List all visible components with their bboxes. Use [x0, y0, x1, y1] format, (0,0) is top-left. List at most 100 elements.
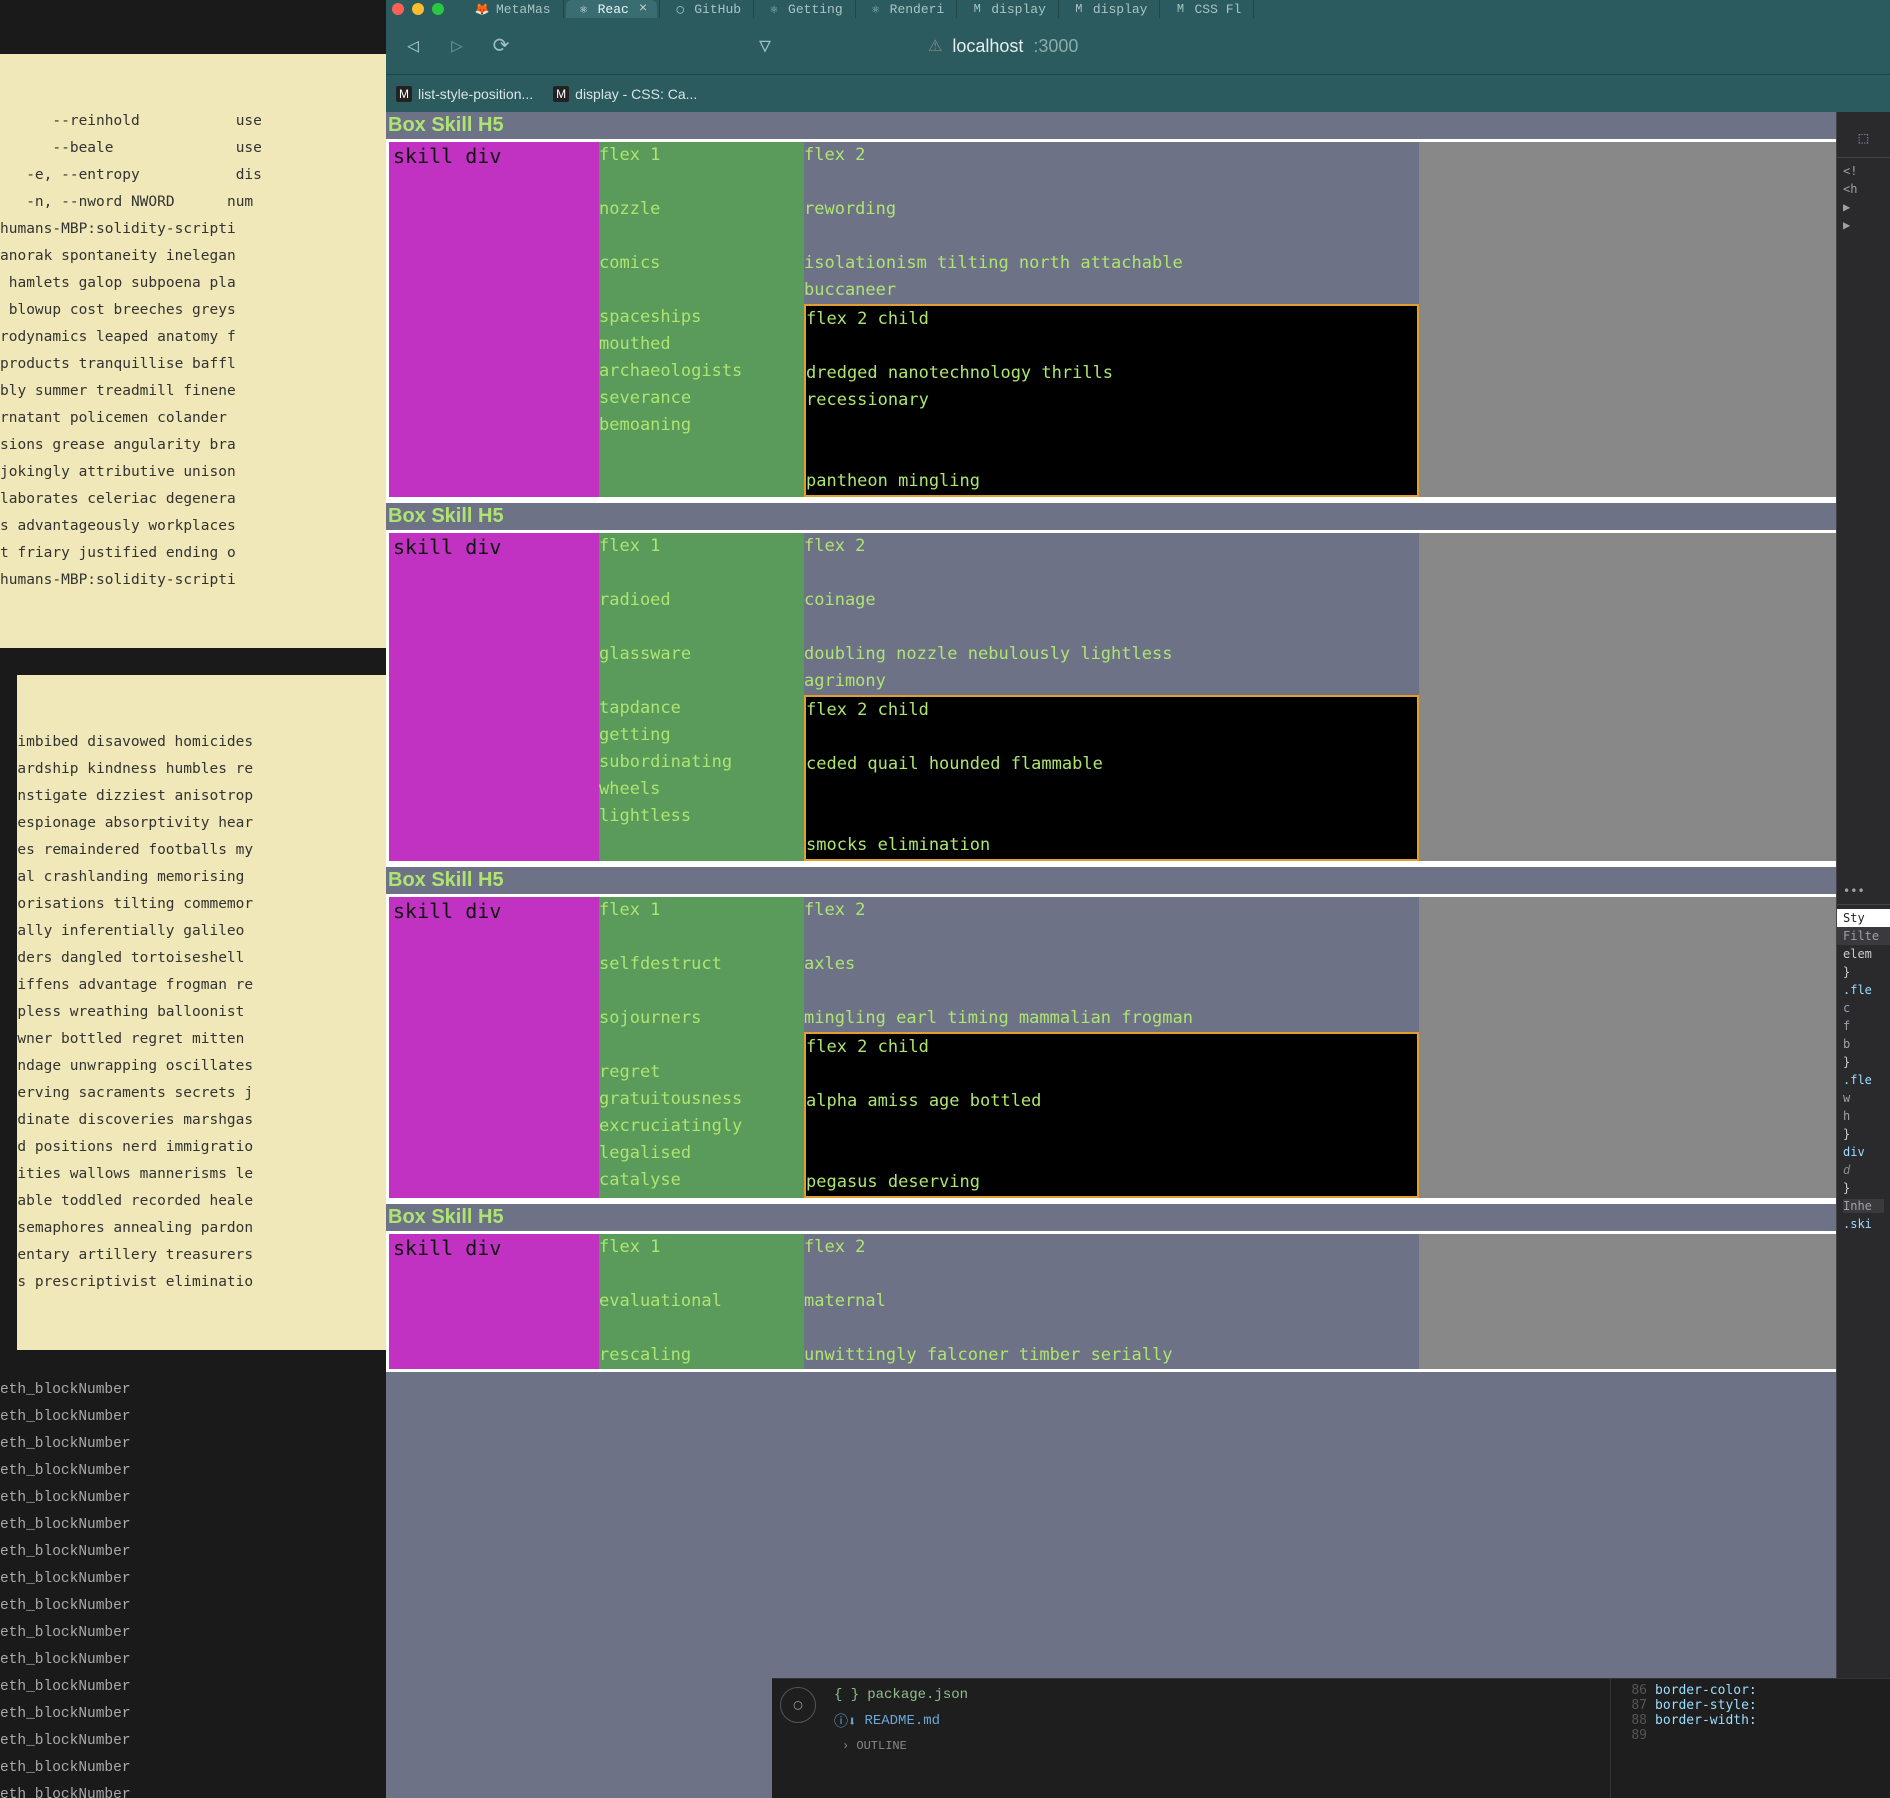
tab-favicon-icon: M — [969, 1, 985, 17]
devtools-css-rule[interactable]: .fle — [1837, 981, 1890, 999]
terminal-text-hl: imbibed disavowed homicides ardship kind… — [17, 729, 386, 1296]
terminal-text-top: --reinhold use --beale use -e, --entropy… — [0, 108, 386, 594]
outline-label: OUTLINE — [856, 1739, 906, 1753]
tab-separator — [956, 0, 957, 18]
flex-2-child: flex 2 child ceded quail hounded flammab… — [804, 695, 1419, 861]
box-skill: Box Skill H5 skill divflex 1 nozzle comic… — [386, 112, 1890, 500]
file-readme[interactable]: ⓘ⬇ README.md — [834, 1707, 940, 1735]
terminal-log-line: eth_blockNumber — [0, 1431, 386, 1458]
devtools-filter-input[interactable]: Filte — [1837, 927, 1890, 945]
devtools-css-rule[interactable]: f — [1837, 1017, 1890, 1035]
browser-tab[interactable]: Mdisplay — [1061, 0, 1158, 18]
reload-button[interactable]: ⟳ — [488, 33, 514, 59]
devtools-dom-line[interactable]: ▶ — [1837, 216, 1890, 234]
flex-1-col: flex 1 evaluational rescaling — [599, 1234, 804, 1369]
box-skill: Box Skill H5skill divflex 1 radioed glas… — [386, 500, 1890, 864]
account-avatar-icon[interactable]: ◯ — [780, 1687, 816, 1723]
flex-1-col: flex 1 radioed glassware tapdance gettin… — [599, 533, 804, 861]
tab-favicon-icon: ⚛ — [868, 1, 884, 17]
devtools-dom-line[interactable]: ▶ — [1837, 198, 1890, 216]
box-title: Box Skill H5 — [386, 864, 1890, 894]
file-package-json[interactable]: { } package.json — [834, 1683, 968, 1707]
browser-tab[interactable]: 🦊MetaMas — [464, 0, 561, 18]
devtools-css-rule[interactable]: c — [1837, 999, 1890, 1017]
tab-label: display — [991, 2, 1046, 17]
browser-tab[interactable]: Mdisplay — [959, 0, 1056, 18]
devtools-css-rule[interactable]: elem — [1837, 945, 1890, 963]
tab-favicon-icon: ◯ — [672, 1, 688, 17]
zoom-window-dot[interactable] — [432, 3, 444, 15]
devtools-css-rule[interactable]: h — [1837, 1107, 1890, 1125]
chevron-right-icon: › — [842, 1739, 849, 1753]
flex-2-child: flex 2 child alpha amiss age bottled peg… — [804, 1032, 1419, 1198]
devtools-styles-tab[interactable]: Sty — [1837, 909, 1890, 927]
tab-separator — [1058, 0, 1059, 18]
close-tab-icon[interactable]: × — [639, 1, 647, 17]
flex-1-col: flex 1 selfdestruct sojourners regret gr… — [599, 897, 804, 1198]
json-icon: { } — [834, 1687, 859, 1703]
devtools-css-rule[interactable]: w — [1837, 1089, 1890, 1107]
bookmark-button[interactable]: ▽ — [752, 33, 778, 59]
devtools-css-rule[interactable]: } — [1837, 1053, 1890, 1071]
browser-tab[interactable]: ⚛Getting — [756, 0, 853, 18]
url-port: :3000 — [1033, 36, 1078, 57]
close-window-dot[interactable] — [392, 3, 404, 15]
skill-div: skill div — [389, 1234, 599, 1369]
back-button[interactable]: ◁ — [400, 33, 426, 59]
browser-tab[interactable]: ◯GitHub — [662, 0, 751, 18]
file-label: package.json — [867, 1687, 968, 1703]
terminal-log-line: eth_blockNumber — [0, 1485, 386, 1512]
devtools-css-rule[interactable]: } — [1837, 1179, 1890, 1197]
url-bar[interactable]: ⚠ localhost:3000 — [916, 28, 1876, 64]
tab-favicon-icon: ⚛ — [576, 1, 592, 17]
devtools-panel[interactable]: ⬚<!<h ▶ ▶•••StyFilteelem}.fle c f b}.fle… — [1836, 112, 1890, 1798]
line-number: 88 — [1615, 1713, 1647, 1728]
terminal-eth-log: eth_blockNumbereth_blockNumbereth_blockN… — [0, 1377, 386, 1798]
devtools-css-rule[interactable]: } — [1837, 963, 1890, 981]
flex-1-col: flex 1 nozzle comics spaceships mouthed … — [599, 142, 804, 497]
forward-button[interactable]: ▷ — [444, 33, 470, 59]
empty-col — [1419, 142, 1887, 497]
tab-label: display — [1093, 2, 1148, 17]
flex-2-col: flex 2 coinage doubling nozzle nebulousl… — [804, 533, 1419, 861]
terminal-log-line: eth_blockNumber — [0, 1674, 386, 1701]
devtools-css-rule[interactable]: Inhe — [1837, 1197, 1890, 1215]
terminal-log-line: eth_blockNumber — [0, 1377, 386, 1404]
window-controls[interactable] — [392, 3, 444, 15]
devtools-inspect-icon[interactable]: ⬚ — [1837, 122, 1890, 153]
empty-col — [1419, 533, 1887, 861]
tab-label: Renderi — [890, 2, 945, 17]
bookmark-item[interactable]: Mlist-style-position... — [396, 86, 533, 102]
devtools-dom-line[interactable]: <h — [1837, 180, 1890, 198]
skill-div: skill div — [389, 142, 599, 497]
devtools-css-rule[interactable]: .fle — [1837, 1071, 1890, 1089]
browser-window: 🦊MetaMas ⚛Reac×◯GitHub ⚛Getting ⚛ Renderi Mdi… — [386, 0, 1890, 1798]
box-title: Box Skill H5 — [386, 112, 1890, 139]
terminal-log-line: eth_blockNumber — [0, 1755, 386, 1782]
devtools-css-rule[interactable]: } — [1837, 1125, 1890, 1143]
editor-code-pane[interactable]: 86878889 border-color:border-style:borde… — [1610, 1679, 1890, 1798]
terminal-log-line: eth_blockNumber — [0, 1728, 386, 1755]
devtools-css-rule[interactable]: d — [1837, 1161, 1890, 1179]
devtools-menu-icon[interactable]: ••• — [1837, 882, 1890, 900]
devtools-css-rule[interactable]: .ski — [1837, 1215, 1890, 1233]
skill-div: skill div — [389, 897, 599, 1198]
line-number: 87 — [1615, 1698, 1647, 1713]
minimize-window-dot[interactable] — [412, 3, 424, 15]
browser-tab[interactable]: ⚛ Renderi — [858, 0, 955, 18]
bookmark-item[interactable]: Mdisplay - CSS: Ca... — [553, 86, 697, 102]
devtools-css-rule[interactable]: b — [1837, 1035, 1890, 1053]
flex-2-col: flex 2 rewording isolationism tilting no… — [804, 142, 1419, 497]
box-title: Box Skill H5 — [386, 1201, 1890, 1231]
outline-section[interactable]: › OUTLINE — [834, 1735, 915, 1757]
devtools-css-rule[interactable]: div — [1837, 1143, 1890, 1161]
tab-label: MetaMas — [496, 2, 551, 17]
file-label: README.md — [864, 1713, 940, 1729]
terminal-log-line: eth_blockNumber — [0, 1647, 386, 1674]
browser-tab[interactable]: ⚛Reac× — [566, 0, 658, 18]
tab-separator — [855, 0, 856, 18]
devtools-dom-line[interactable]: <! — [1837, 162, 1890, 180]
browser-tab[interactable]: MCSS Fl — [1162, 0, 1251, 18]
tab-separator — [563, 0, 564, 18]
box-body: skill divflex 1 selfdestruct sojourners … — [386, 894, 1890, 1201]
